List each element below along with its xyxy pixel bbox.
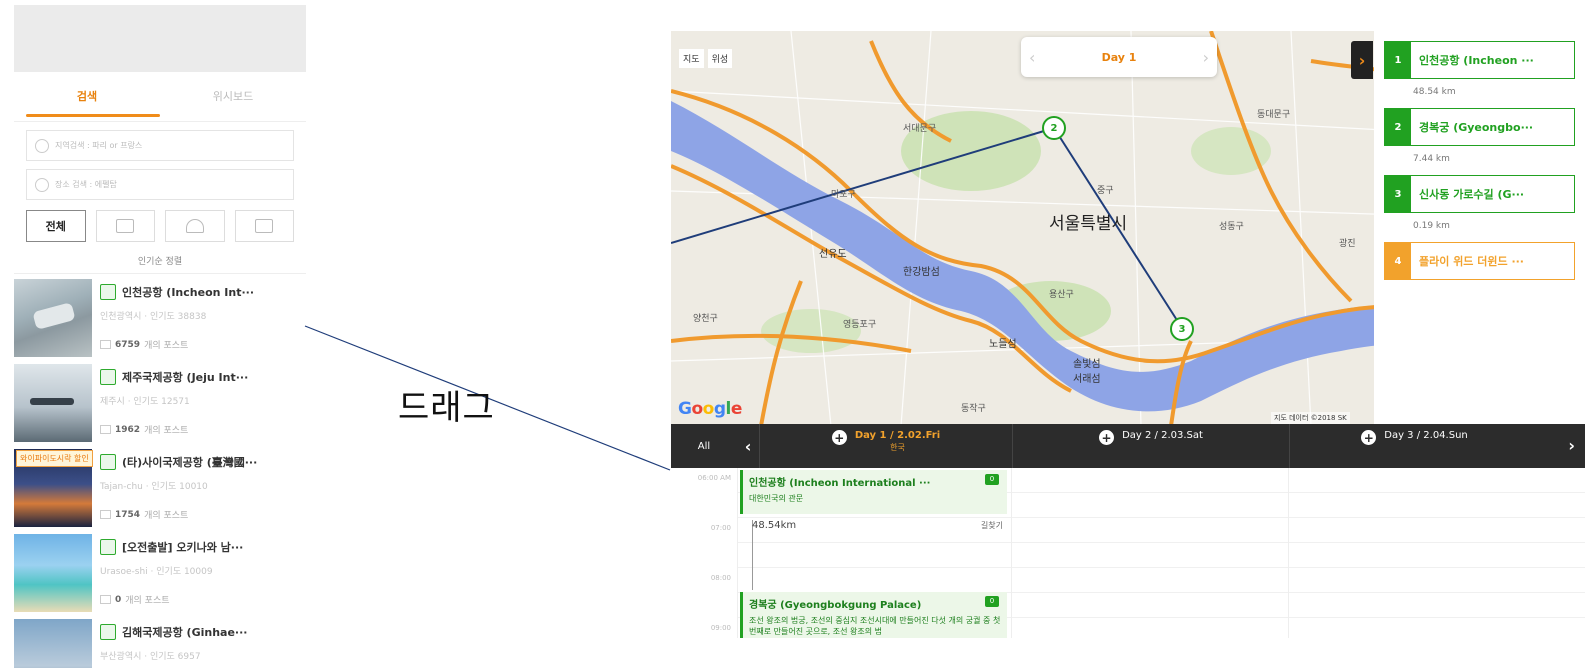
add-icon[interactable]: + [1361,430,1377,445]
route-number: 2 [1385,109,1411,145]
route-name: 인천공항 (Incheon ··· [1419,54,1534,67]
map-label: 용산구 [1049,290,1074,300]
event-title: 경복궁 (Gyeongbokgung Palace) [749,600,922,611]
day-label: Day 3 [1384,430,1414,441]
chevron-right-icon[interactable]: › [1568,436,1575,455]
route-distance: 7.44 km [1413,154,1450,164]
map-label: 마포구 [831,190,856,200]
map-label: 성동구 [1219,222,1244,232]
event-description: 대한민국의 관문 [749,494,804,503]
day-column[interactable] [1011,468,1288,638]
chevron-left-icon[interactable]: ‹ [737,424,759,468]
event-flag: 0 [985,474,999,485]
route-panel: 1 인천공항 (Incheon ··· 48.54 km 2 경복궁 (Gyeo… [1374,31,1585,426]
day-date: 2.04.Sun [1423,430,1468,441]
day-date: 2.02.Fri [897,430,941,441]
map-label: 서대문구 [903,124,937,134]
time-label: 09:00 [710,624,731,632]
route-name: 플라이 위드 더윈드 ··· [1419,255,1524,268]
day-column-header[interactable]: + Day 1 / 2.02.Fri 한국 [759,424,1012,468]
event-description: 조선 왕조의 법궁, 조선의 중심지 조선시대에 만들어진 다섯 개의 궁궐 중… [749,616,1001,636]
route-name: 경복궁 (Gyeongbo··· [1419,121,1534,134]
all-days-button[interactable]: All [671,424,737,468]
time-column: 06:00 AM 07:00 08:00 09:00 [671,468,737,638]
expand-panel-button[interactable]: › [1351,41,1373,79]
route-item[interactable]: 1 인천공항 (Incheon ··· [1384,41,1575,79]
schedule-grid: 06:00 AM 07:00 08:00 09:00 인천공항 (Incheon… [671,468,1585,638]
map-label: 선유도 [819,249,847,260]
route-number: 4 [1385,243,1411,279]
map-type-map-button[interactable]: 지도 [679,49,704,68]
add-icon[interactable]: + [831,430,847,445]
travel-segment: 48.54km 길찾기 [752,520,1003,531]
chevron-right-icon[interactable]: › [1203,48,1209,67]
day-label: Day 1 [854,430,887,441]
map-label: 노들섬 [989,339,1017,350]
map-label: 광진 [1339,239,1356,249]
map-day-navigator: ‹ Day 1 › [1021,37,1217,77]
day-column-header[interactable]: + Day 3 / 2.04.Sun [1289,424,1539,468]
route-item[interactable]: 4 플라이 위드 더윈드 ··· [1384,242,1575,280]
day-column[interactable]: 인천공항 (Incheon International ··· 대한민국의 관문… [737,468,1011,638]
map-marker[interactable]: 3 [1170,317,1194,341]
google-logo: Google [678,399,742,419]
map-type-satellite-button[interactable]: 위성 [707,49,733,68]
map-label: 영등포구 [843,320,877,330]
map-label-city: 서울특별시 [1049,214,1128,234]
route-item[interactable]: 2 경복궁 (Gyeongbo··· [1384,108,1575,146]
map-marker[interactable]: 2 [1042,116,1066,140]
map-label: 중구 [1097,186,1114,196]
schedule-panel: All ‹ + Day 1 / 2.02.Fri 한국 + Day 2 / 2.… [671,424,1585,638]
map-copyright: 지도 데이터 ©2018 SK [1271,412,1350,424]
time-label: 08:00 [710,574,731,582]
time-label: 07:00 [710,524,731,532]
time-label: 06:00 AM [697,474,731,482]
route-distance: 48.54 km [1413,87,1456,97]
travel-distance: 48.54km [752,520,797,531]
add-icon[interactable]: + [1099,430,1115,445]
map-label: 솔빛섬 서래섬 [1073,359,1101,385]
schedule-event[interactable]: 인천공항 (Incheon International ··· 대한민국의 관문… [740,470,1007,514]
route-name: 신사동 가로수길 (G··· [1419,188,1525,201]
day-label: Day 2 [1122,430,1152,441]
chevron-left-icon[interactable]: ‹ [1029,48,1035,67]
map-view[interactable]: 지도 위성 ‹ Day 1 › › 서대문구 마포구 선유도 한강밤섬 양천구 … [671,31,1585,426]
day-date: 2.03.Sat [1161,430,1203,441]
schedule-event[interactable]: 경복궁 (Gyeongbokgung Palace) 조선 왕조의 법궁, 조선… [740,592,1007,638]
route-item[interactable]: 3 신사동 가로수길 (G··· [1384,175,1575,213]
map-label: 양천구 [693,314,718,324]
route-number: 1 [1385,42,1411,78]
drag-annotation-label: 드래그 [398,388,495,428]
screenshot-root: 검색 위시보드 지역검색 : 파리 or 프랑스 장소 검색 : 에펠탑 전체 … [0,0,1585,668]
schedule-header: All ‹ + Day 1 / 2.02.Fri 한국 + Day 2 / 2.… [671,424,1585,468]
route-distance: 0.19 km [1413,221,1450,231]
map-label: 동대문구 [1257,110,1291,120]
event-title: 인천공항 (Incheon International ··· [749,478,931,489]
find-route-button[interactable]: 길찾기 [981,520,1003,531]
promo-badge: 와이파이도시락 할인 [16,450,93,467]
day-column-header[interactable]: + Day 2 / 2.03.Sat [1012,424,1289,468]
map-type-toggle: 지도 위성 [679,49,733,68]
day-country: 한국 [890,443,905,452]
map-day-label: Day 1 [1101,50,1137,64]
route-number: 3 [1385,176,1411,212]
map-label: 동작구 [961,404,986,414]
event-flag: 0 [985,596,999,607]
day-column[interactable] [1288,468,1585,638]
map-label: 한강밤섬 [903,267,940,278]
